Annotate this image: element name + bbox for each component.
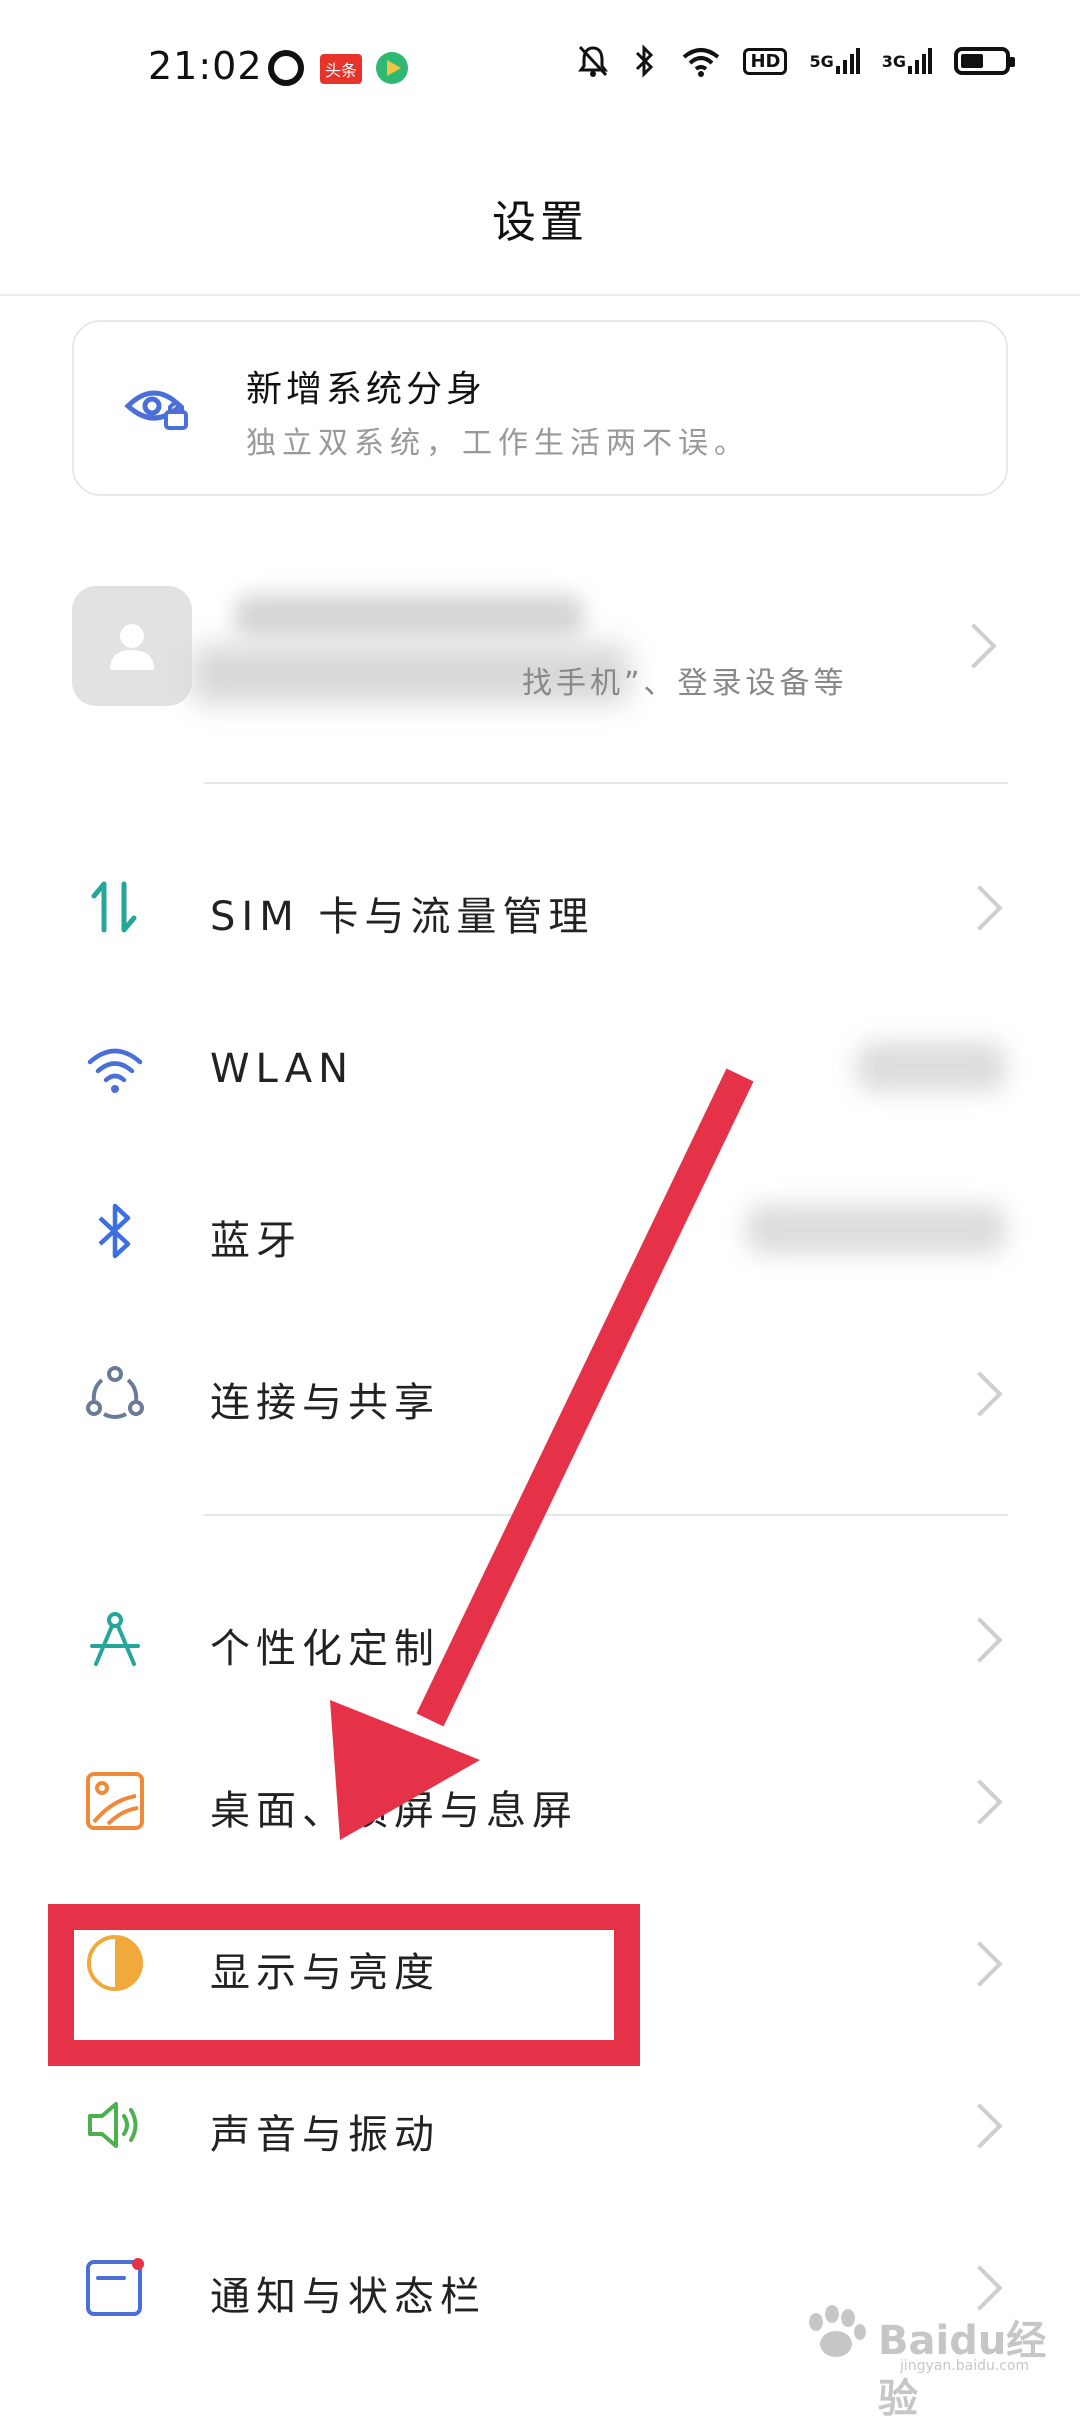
settings-item-label: SIM 卡与流量管理 bbox=[210, 894, 595, 940]
account-name-blurred bbox=[234, 594, 584, 638]
chevron-right-icon bbox=[957, 1941, 1003, 1987]
settings-item-label: 蓝牙 bbox=[210, 1218, 302, 1264]
sim-data-icon bbox=[84, 876, 146, 938]
video-app-icon bbox=[372, 48, 412, 88]
settings-item-connection-sharing[interactable]: 连接与共享 bbox=[0, 1332, 1080, 1452]
section-divider bbox=[204, 782, 1008, 784]
settings-item-sound-vibration[interactable]: 声音与振动 bbox=[0, 2064, 1080, 2184]
settings-item-label: 个性化定制 bbox=[210, 1626, 440, 1672]
settings-item-bluetooth[interactable]: 蓝牙 bbox=[0, 1170, 1080, 1290]
compass-icon bbox=[84, 1608, 146, 1670]
share-icon bbox=[84, 1362, 146, 1424]
promo-title: 新增系统分身 bbox=[246, 369, 487, 410]
settings-item-label: WLAN bbox=[210, 1046, 355, 1092]
settings-item-label: 桌面、锁屏与息屏 bbox=[210, 1788, 578, 1834]
bluetooth-value-blurred bbox=[746, 1204, 1006, 1254]
chevron-right-icon bbox=[957, 1617, 1003, 1663]
title-divider bbox=[0, 294, 1080, 296]
settings-item-sim[interactable]: SIM 卡与流量管理 bbox=[0, 846, 1080, 966]
notification-icon bbox=[84, 2256, 146, 2318]
watermark-url: jingyan.baidu.com bbox=[900, 2358, 1030, 2374]
signal-3g-label: 3G bbox=[881, 51, 906, 71]
status-bar: 21:02 头条 HD 5G 3G bbox=[0, 0, 1080, 140]
annotation-highlight-box bbox=[48, 1904, 640, 2066]
chevron-right-icon bbox=[957, 2103, 1003, 2149]
account-row[interactable]: 找手机”、登录设备等 bbox=[72, 586, 1008, 710]
toutiao-icon: 头条 bbox=[320, 54, 362, 84]
baidu-watermark: Baidu经验 jingyan.baidu.com bbox=[800, 2300, 1050, 2422]
chevron-right-icon bbox=[957, 1779, 1003, 1825]
status-icons: HD 5G 3G bbox=[577, 44, 1015, 78]
wlan-value-blurred bbox=[856, 1042, 1006, 1092]
status-time: 21:02 bbox=[148, 44, 263, 88]
account-subtitle: 找手机”、登录设备等 bbox=[522, 666, 848, 701]
signal-5g-label: 5G bbox=[809, 51, 834, 71]
person-icon bbox=[110, 624, 154, 670]
settings-item-label: 连接与共享 bbox=[210, 1380, 440, 1426]
promo-subtitle: 独立双系统，工作生活两不误。 bbox=[246, 426, 750, 461]
settings-item-desktop-lockscreen[interactable]: 桌面、锁屏与息屏 bbox=[0, 1740, 1080, 1860]
bluetooth-status-icon bbox=[631, 44, 659, 78]
signal-3g-icon: 3G bbox=[882, 46, 932, 76]
settings-item-wlan[interactable]: WLAN bbox=[0, 1008, 1080, 1128]
settings-item-personalization[interactable]: 个性化定制 bbox=[0, 1578, 1080, 1698]
section-divider bbox=[204, 1514, 1008, 1516]
mute-bell-icon bbox=[577, 44, 609, 78]
speaker-icon bbox=[84, 2094, 146, 2156]
page-title: 设置 bbox=[492, 197, 588, 248]
promo-card-system-clone[interactable]: 新增系统分身 独立双系统，工作生活两不误。 bbox=[72, 320, 1008, 496]
chevron-right-icon bbox=[957, 1371, 1003, 1417]
chevron-right-icon bbox=[957, 885, 1003, 931]
eye-lock-icon bbox=[122, 372, 192, 442]
avatar bbox=[72, 586, 192, 706]
chevron-right-icon bbox=[951, 623, 997, 669]
wifi-status-icon bbox=[681, 45, 721, 77]
settings-item-label: 通知与状态栏 bbox=[210, 2274, 486, 2320]
settings-item-label: 声音与振动 bbox=[210, 2112, 440, 2158]
baidu-paw-icon bbox=[809, 2305, 866, 2357]
hd-icon: HD bbox=[743, 47, 788, 75]
signal-5g-icon: 5G bbox=[809, 46, 860, 76]
battery-icon bbox=[954, 47, 1015, 75]
wallpaper-icon bbox=[84, 1770, 146, 1832]
q-app-icon bbox=[268, 50, 304, 86]
wifi-icon bbox=[84, 1038, 146, 1100]
bluetooth-icon bbox=[84, 1200, 146, 1262]
